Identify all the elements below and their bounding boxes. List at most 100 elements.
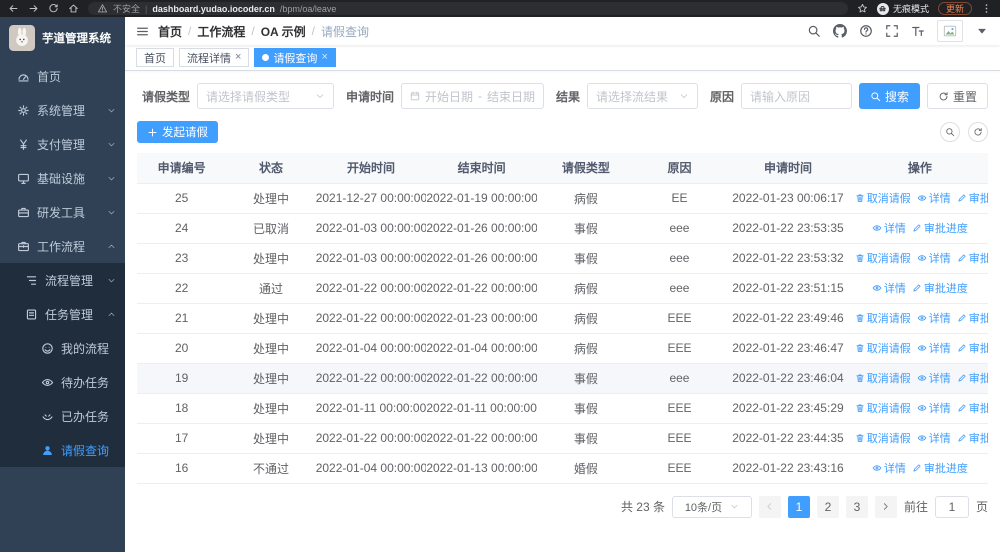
fullscreen-icon[interactable] — [885, 24, 899, 38]
sidebar-item-process-mgmt[interactable]: 流程管理 — [0, 263, 125, 297]
sidebar-item-my-process[interactable]: 我的流程 — [0, 331, 125, 365]
table-row[interactable]: 17 处理中 2022-01-22 00:00:00 2022-01-22 00:00… — [137, 423, 988, 454]
tab-item[interactable]: 流程详情 × — [179, 48, 250, 67]
avatar[interactable] — [937, 20, 963, 42]
table-row[interactable]: 16 不通过 2022-01-04 00:00:00 2022-01-13 00:00… — [137, 453, 988, 484]
sidebar-item-task-mgmt[interactable]: 任务管理 — [0, 297, 125, 331]
link-label: 审批进度 — [968, 343, 988, 355]
leave-type-select[interactable]: 请选择请假类型 — [197, 83, 334, 109]
hamburger-icon[interactable] — [136, 25, 149, 38]
detail-link[interactable]: 详情 — [872, 460, 906, 476]
url-bar[interactable]: 不安全 | dashboard.yudao.iocoder.cn /bpm/oa… — [88, 2, 848, 15]
progress-link[interactable]: 审批进度 — [957, 400, 988, 416]
cancel-leave-link[interactable]: 取消请假 — [855, 430, 911, 446]
cancel-leave-link[interactable]: 取消请假 — [855, 370, 911, 386]
sidebar-item-devtools[interactable]: 研发工具 — [0, 195, 125, 229]
cancel-leave-link[interactable]: 取消请假 — [855, 190, 911, 206]
table-row[interactable]: 23 处理中 2022-01-03 00:00:00 2022-01-26 00:00… — [137, 243, 988, 274]
table-row[interactable]: 18 处理中 2022-01-11 00:00:00 2022-01-11 00:00… — [137, 393, 988, 424]
progress-link[interactable]: 审批进度 — [957, 340, 988, 356]
tags-bar: 首页 流程详情 × 请假查询 × — [125, 45, 1000, 71]
page-button-1[interactable]: 1 — [787, 495, 810, 518]
detail-link[interactable]: 详情 — [917, 370, 951, 386]
detail-link[interactable]: 详情 — [917, 430, 951, 446]
table-row[interactable]: 19 处理中 2022-01-22 00:00:00 2022-01-22 00:00… — [137, 363, 988, 394]
reset-button[interactable]: 重置 — [926, 83, 988, 109]
result-select[interactable]: 请选择流结果 — [587, 83, 698, 109]
sidebar-item-workflow[interactable]: 工作流程 — [0, 229, 125, 263]
tab-item[interactable]: 请假查询 × — [254, 48, 336, 67]
prev-page-button[interactable] — [758, 495, 781, 518]
search-icon[interactable] — [807, 24, 821, 38]
progress-link[interactable]: 审批进度 — [957, 430, 988, 446]
detail-link[interactable]: 详情 — [872, 220, 906, 236]
detail-link[interactable]: 详情 — [917, 250, 951, 266]
page-size-select[interactable]: 10条/页 — [671, 495, 752, 518]
cell-actions: 详情 审批进度 — [851, 453, 988, 484]
progress-link[interactable]: 审批进度 — [912, 280, 968, 296]
sidebar-logo[interactable]: 芋道管理系统 — [0, 17, 125, 59]
page-button-3[interactable]: 3 — [845, 495, 868, 518]
table-row[interactable]: 24 已取消 2022-01-03 00:00:00 2022-01-26 00:00… — [137, 213, 988, 244]
sidebar-item-done-tasks[interactable]: 已办任务 — [0, 399, 125, 433]
sidebar-item-payment[interactable]: 支付管理 — [0, 127, 125, 161]
breadcrumb-item[interactable]: 工作流程 — [197, 23, 245, 40]
refresh-circle-icon[interactable] — [968, 122, 988, 142]
reason-input[interactable]: 请输入原因 — [741, 83, 852, 109]
create-leave-button[interactable]: 发起请假 — [137, 121, 218, 143]
cancel-leave-link[interactable]: 取消请假 — [855, 250, 911, 266]
star-icon[interactable] — [857, 3, 868, 14]
sidebar-item-leave-query[interactable]: 请假查询 — [0, 433, 125, 467]
reload-icon[interactable] — [48, 3, 59, 14]
cancel-leave-link[interactable]: 取消请假 — [855, 340, 911, 356]
progress-link[interactable]: 审批进度 — [957, 250, 988, 266]
back-icon[interactable] — [8, 3, 19, 14]
detail-link[interactable]: 详情 — [917, 340, 951, 356]
progress-link[interactable]: 审批进度 — [912, 220, 968, 236]
sidebar-item-system[interactable]: 系统管理 — [0, 93, 125, 127]
detail-link[interactable]: 详情 — [917, 400, 951, 416]
progress-link[interactable]: 审批进度 — [957, 190, 988, 206]
progress-link[interactable]: 审批进度 — [912, 460, 968, 476]
caret-down-icon[interactable] — [975, 24, 989, 38]
search-circle-icon[interactable] — [940, 122, 960, 142]
close-icon[interactable]: × — [321, 52, 327, 63]
link-label: 审批进度 — [968, 313, 988, 325]
cancel-leave-link[interactable]: 取消请假 — [855, 310, 911, 326]
table-row[interactable]: 21 处理中 2022-01-22 00:00:00 2022-01-23 00:00… — [137, 303, 988, 334]
cell-type: 事假 — [536, 393, 635, 424]
sidebar-item-todo-tasks[interactable]: 待办任务 — [0, 365, 125, 399]
forward-icon[interactable] — [28, 3, 39, 14]
link-label: 审批进度 — [968, 433, 988, 445]
cancel-leave-link[interactable]: 取消请假 — [855, 400, 911, 416]
breadcrumb-item[interactable]: 首页 — [158, 23, 182, 40]
next-page-button[interactable] — [874, 495, 897, 518]
table-row[interactable]: 22 通过 2022-01-22 00:00:00 2022-01-22 00:00:… — [137, 273, 988, 304]
apply-time-range-picker[interactable]: 开始日期 - 结束日期 — [401, 83, 545, 109]
search-button[interactable]: 搜索 — [858, 83, 920, 109]
chevron-down-icon — [107, 140, 116, 149]
detail-link[interactable]: 详情 — [917, 310, 951, 326]
goto-page-input[interactable] — [934, 495, 969, 518]
sidebar-item-home[interactable]: 首页 — [0, 59, 125, 93]
detail-link[interactable]: 详情 — [872, 280, 906, 296]
home-icon[interactable] — [68, 3, 79, 14]
close-icon[interactable]: × — [235, 52, 241, 63]
tab-item[interactable]: 首页 — [136, 48, 174, 67]
breadcrumb-item[interactable]: OA 示例 — [261, 23, 306, 40]
column-header: 申请时间 — [724, 153, 852, 184]
table-row[interactable]: 20 处理中 2022-01-04 00:00:00 2022-01-04 00:00… — [137, 333, 988, 364]
page-button-2[interactable]: 2 — [816, 495, 839, 518]
cell-reason: EEE — [634, 333, 725, 364]
progress-link[interactable]: 审批进度 — [957, 310, 988, 326]
update-button[interactable]: 更新 — [937, 2, 972, 15]
table-row[interactable]: 25 处理中 2021-12-27 00:00:00 2022-01-19 00:00… — [137, 183, 988, 214]
kebab-menu-icon[interactable] — [981, 3, 992, 14]
github-icon[interactable] — [833, 24, 847, 38]
progress-link[interactable]: 审批进度 — [957, 370, 988, 386]
sidebar-item-infra[interactable]: 基础设施 — [0, 161, 125, 195]
cell-id: 21 — [137, 303, 227, 334]
question-icon[interactable] — [859, 24, 873, 38]
detail-link[interactable]: 详情 — [917, 190, 951, 206]
font-size-icon[interactable] — [911, 24, 925, 38]
